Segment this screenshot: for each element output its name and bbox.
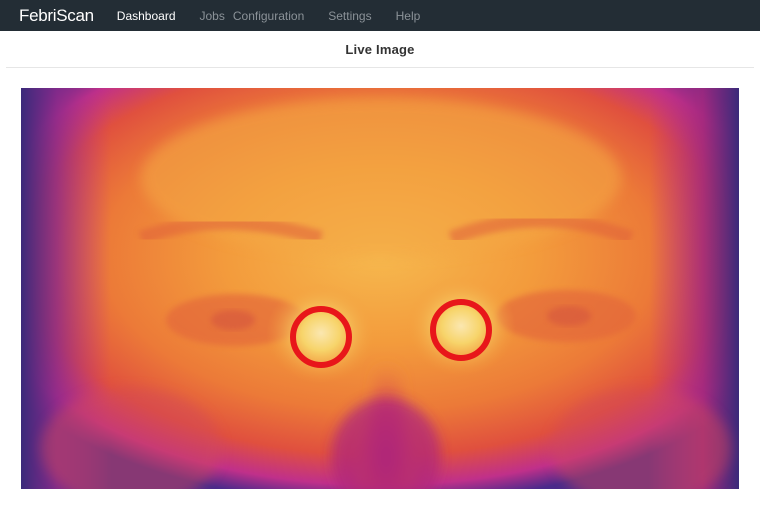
nav-help[interactable]: Help	[396, 9, 421, 23]
nav-jobs[interactable]: Jobs	[200, 9, 225, 23]
nav-settings[interactable]: Settings	[328, 9, 371, 23]
left-eye	[211, 310, 255, 330]
panel-header: Live Image	[6, 31, 754, 68]
right-eye	[547, 306, 591, 326]
forehead-region	[141, 98, 621, 258]
panel-title: Live Image	[345, 41, 415, 57]
top-navbar: FebriScan Dashboard Jobs Configuration S…	[0, 0, 760, 31]
nav-configuration[interactable]: Configuration	[233, 9, 304, 23]
live-thermal-image	[21, 88, 739, 489]
thermal-image-canvas	[21, 88, 739, 489]
nav-dashboard[interactable]: Dashboard	[117, 9, 176, 23]
brand-logo[interactable]: FebriScan	[19, 6, 94, 26]
